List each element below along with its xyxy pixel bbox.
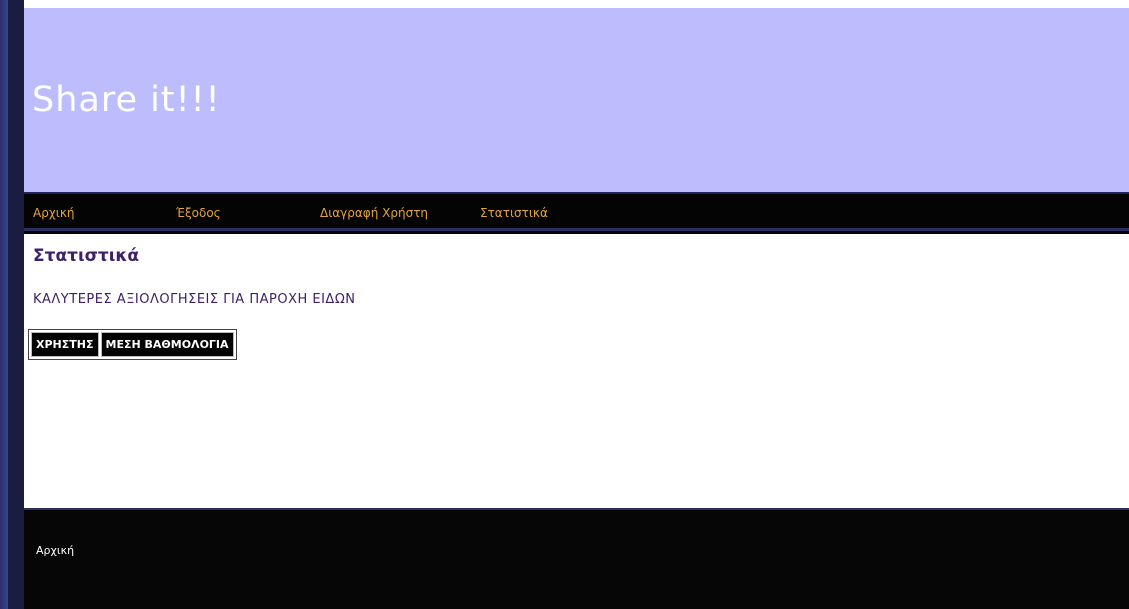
nav-item-delete-user[interactable]: Διαγραφή Χρήστη — [320, 206, 428, 220]
nav-divider — [24, 228, 1129, 231]
site-footer: Αρχική — [24, 510, 1129, 609]
site-header: Share it!!! — [24, 8, 1129, 192]
footer-link-home[interactable]: Αρχική — [36, 544, 74, 557]
table-header-average-rating: ΜΕΣΗ ΒΑΘΜΟΛΟΓΙΑ — [100, 332, 234, 357]
nav-item-logout[interactable]: Έξοδος — [176, 206, 221, 220]
section-heading: ΚΑΛΥΤΕΡΕΣ ΑΞΙΟΛΟΓΗΣΕΙΣ ΓΙΑ ΠΑΡΟΧΗ ΕΙΔΩΝ — [33, 292, 356, 307]
ratings-table: ΧΡΗΣΤΗΣ ΜΕΣΗ ΒΑΘΜΟΛΟΓΙΑ — [28, 329, 237, 360]
top-strip — [24, 0, 1129, 8]
site-title: Share it!!! — [32, 80, 221, 120]
nav-item-statistics[interactable]: Στατιστικά — [480, 206, 548, 220]
main-nav: Αρχική Έξοδος Διαγραφή Χρήστη Στατιστικά — [24, 192, 1129, 234]
left-border — [0, 0, 24, 609]
main-content: Στατιστικά ΚΑΛΥΤΕΡΕΣ ΑΞΙΟΛΟΓΗΣΕΙΣ ΓΙΑ ΠΑ… — [24, 234, 1129, 508]
page-frame: Share it!!! Αρχική Έξοδος Διαγραφή Χρήστ… — [0, 0, 1129, 609]
page-title: Στατιστικά — [33, 246, 140, 266]
nav-item-home[interactable]: Αρχική — [33, 206, 75, 220]
table-header-user: ΧΡΗΣΤΗΣ — [31, 332, 99, 357]
